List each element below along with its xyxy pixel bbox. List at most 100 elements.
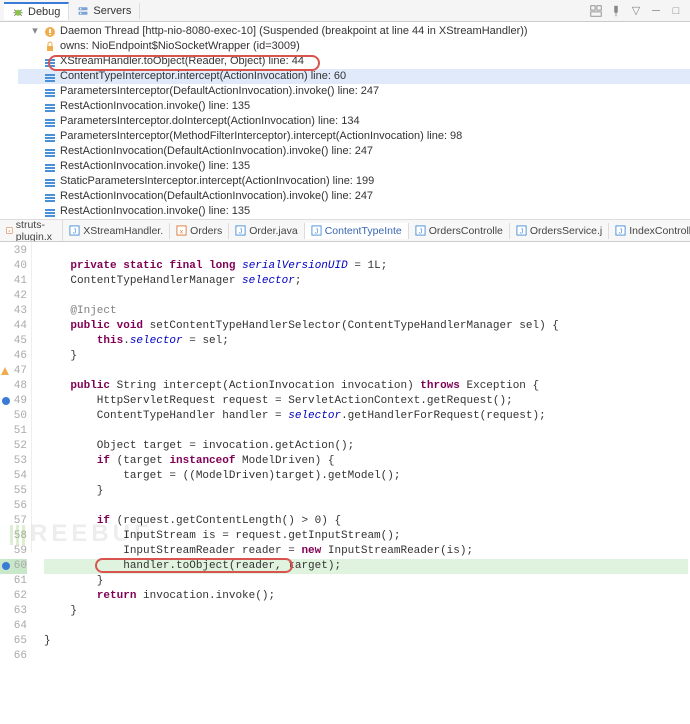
frame-label: ParametersInterceptor.doIntercept(Action… [60,114,360,129]
svg-text:J: J [73,226,77,235]
stack-frame[interactable]: ParametersInterceptor.doIntercept(Action… [18,114,690,129]
code-line: InputStream is = request.getInputStream(… [44,529,688,544]
line-number: 41 [0,274,27,289]
code-line [44,619,688,634]
editor-tab-label: struts-plugin.x [16,220,56,242]
frame-label: CheckboxInterceptor.intercept(ActionInvo… [60,219,333,220]
stack-frame[interactable]: StaticParametersInterceptor.intercept(Ac… [18,174,690,189]
stack-frame[interactable]: RestActionInvocation.invoke() line: 135 [18,204,690,219]
warning-icon [0,366,10,376]
java-file-icon: J [415,225,426,236]
stackframe-icon [44,146,56,158]
code-line: public String intercept(ActionInvocation… [44,379,688,394]
code-line: return invocation.invoke(); [44,589,688,604]
frame-label: XStreamHandler.toObject(Reader, Object) … [60,54,304,69]
editor-tab-bar: xstruts-plugin.xJXStreamHandler.xOrdersJ… [0,220,690,242]
editor-tab[interactable]: JXStreamHandler. [63,223,170,239]
line-number: 56 [0,499,27,514]
code-line [44,424,688,439]
line-number: 39 [0,244,27,259]
layout-icon[interactable] [588,3,604,19]
stackframe-icon [44,71,56,83]
line-number: 61 [0,574,27,589]
line-number: 51 [0,424,27,439]
stackframe-icon [44,206,56,218]
server-icon [77,5,89,17]
stack-frame[interactable]: CheckboxInterceptor.intercept(ActionInvo… [18,219,690,220]
line-number: 42 [0,289,27,304]
frame-label: ParametersInterceptor(MethodFilterInterc… [60,129,462,144]
xml-file-icon: x [6,225,13,236]
line-number: 53 [0,454,27,469]
code-line: ContentTypeHandler handler = selector.ge… [44,409,688,424]
code-editor[interactable]: 3940414243444546474849505152535455565758… [0,242,690,552]
breakpoint-icon[interactable] [2,397,10,405]
thread-icon [44,26,56,38]
stack-frame[interactable]: RestActionInvocation.invoke() line: 135 [18,99,690,114]
pin-icon[interactable] [608,3,624,19]
owns-row[interactable]: owns: NioEndpoint$NioSocketWrapper (id=3… [18,39,690,54]
code-line [44,364,688,379]
code-line [44,244,688,259]
stack-frame[interactable]: ParametersInterceptor(DefaultActionInvoc… [18,84,690,99]
code-line: private static final long serialVersionU… [44,259,688,274]
debug-tab[interactable]: Debug [4,2,69,20]
editor-tab[interactable]: JContentTypeInte [305,223,409,239]
svg-text:J: J [520,226,524,235]
editor-tab[interactable]: JOrdersService.j [510,223,609,239]
code-line: public void setContentTypeHandlerSelecto… [44,319,688,334]
editor-tab[interactable]: JIndexControll [609,223,690,239]
stack-frame[interactable]: RestActionInvocation.invoke() line: 135 [18,159,690,174]
code-line [44,649,688,664]
minimize-icon[interactable]: ─ [648,3,664,19]
maximize-icon[interactable]: □ [668,3,684,19]
code-line: if (request.getContentLength() > 0) { [44,514,688,529]
lock-icon [44,41,56,53]
frame-label: RestActionInvocation.invoke() line: 135 [60,159,250,174]
stack-frame[interactable]: RestActionInvocation(DefaultActionInvoca… [18,144,690,159]
line-number: 45 [0,334,27,349]
svg-text:J: J [418,226,422,235]
stack-frame[interactable]: RestActionInvocation(DefaultActionInvoca… [18,189,690,204]
stackframe-icon [44,131,56,143]
line-number: 64 [0,619,27,634]
line-number: 55 [0,484,27,499]
line-number: 65 [0,634,27,649]
editor-tab-label: IndexControll [629,225,690,237]
frame-label: ParametersInterceptor(DefaultActionInvoc… [60,84,379,99]
servers-tab[interactable]: Servers [69,3,140,19]
stack-frame[interactable]: ParametersInterceptor(MethodFilterInterc… [18,129,690,144]
editor-tab[interactable]: JOrdersControlle [409,223,510,239]
line-number: 66 [0,649,27,664]
line-number: 58 [0,529,27,544]
expander-icon[interactable]: ▾ [30,27,40,37]
stackframe-icon [44,176,56,188]
editor-gutter: 3940414243444546474849505152535455565758… [0,242,32,552]
xml-file-icon: x [176,225,187,236]
code-line: @Inject [44,304,688,319]
frame-label: StaticParametersInterceptor.intercept(Ac… [60,174,374,189]
view-tab-bar: Debug Servers ▽ ─ □ [0,0,690,22]
stackframe-icon [44,191,56,203]
frame-label: RestActionInvocation(DefaultActionInvoca… [60,189,373,204]
editor-tab-label: Order.java [249,225,297,237]
breakpoint-icon[interactable] [2,562,10,570]
editor-tab[interactable]: xOrders [170,223,229,239]
line-number: 62 [0,589,27,604]
stack-frame[interactable]: ContentTypeInterceptor.intercept(ActionI… [18,69,690,84]
frame-label: RestActionInvocation.invoke() line: 135 [60,204,250,219]
line-number: 40 [0,259,27,274]
owns-label: owns: NioEndpoint$NioSocketWrapper (id=3… [60,39,300,54]
debug-stack-panel: ▾Daemon Thread [http-nio-8080-exec-10] (… [0,22,690,220]
editor-code[interactable]: private static final long serialVersionU… [32,242,690,552]
svg-text:J: J [239,226,243,235]
editor-tab[interactable]: xstruts-plugin.x [0,220,63,242]
view-menu-icon[interactable]: ▽ [628,3,644,19]
editor-tab[interactable]: J Order.java [229,223,304,239]
line-number: 52 [0,439,27,454]
thread-row[interactable]: ▾Daemon Thread [http-nio-8080-exec-10] (… [18,24,690,39]
line-number: 63 [0,604,27,619]
code-line: } [44,349,688,364]
stack-frame[interactable]: XStreamHandler.toObject(Reader, Object) … [18,54,690,69]
stackframe-icon [44,56,56,68]
